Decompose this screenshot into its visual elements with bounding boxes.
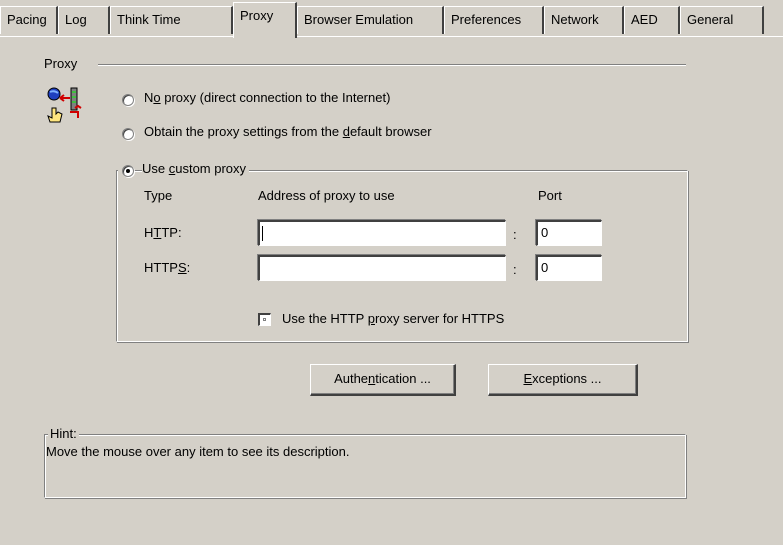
no-proxy-label[interactable]: No proxy (direct connection to the Inter… [144,90,390,105]
https-proxy-port-input[interactable]: 0 [536,255,602,281]
default-browser-proxy-radio[interactable] [122,128,134,140]
hint-title: Hint: [48,426,79,441]
exceptions-button[interactable]: Exceptions ... [488,364,638,396]
tab-label: Browser Emulation [304,12,414,27]
custom-proxy-label[interactable]: Use custom proxy [142,161,250,176]
default-browser-proxy-label[interactable]: Obtain the proxy settings from the defau… [144,124,432,139]
tab-think-time[interactable]: Think Time [110,6,233,34]
tab-browser-emulation[interactable]: Browser Emulation [297,6,444,34]
tab-label: Think Time [117,12,181,27]
proxy-group-divider [98,64,686,66]
tab-label: Log [65,12,87,27]
http-proxy-address-input[interactable] [258,220,506,246]
tab-log[interactable]: Log [58,6,110,34]
tab-label: Preferences [451,12,522,27]
use-http-proxy-for-https-label[interactable]: Use the HTTP proxy server for HTTPS [282,311,504,326]
http-port-separator: : [513,227,517,242]
hint-description: Move the mouse over any item to see its … [46,444,350,459]
tab-label: Proxy [240,8,274,23]
port-column-header: Port [538,188,562,203]
address-column-header: Address of proxy to use [258,188,395,203]
http-proxy-port-input[interactable]: 0 [536,220,602,246]
radio-selected-dot [126,169,130,173]
tab-general[interactable]: General [680,6,764,34]
no-proxy-radio[interactable] [122,94,134,106]
tab-aed[interactable]: AED [624,6,680,34]
https-proxy-address-input[interactable] [258,255,506,281]
tab-panel-top-edge [0,36,783,37]
tab-label: General [687,12,734,27]
custom-proxy-radio[interactable] [122,165,134,177]
https-port-separator: : [513,262,517,277]
tab-label: AED [631,12,658,27]
type-column-header: Type [144,188,173,203]
tab-proxy[interactable]: Proxy [233,2,297,38]
proxy-group-title: Proxy [42,56,80,71]
tab-label: Pacing [7,12,47,27]
tab-strip: Pacing Log Think Time Proxy Browser Emul… [0,0,783,40]
https-row-label: HTTPS: [144,260,191,275]
http-row-label: HTTP: [144,225,182,240]
authentication-button[interactable]: Authentication ... [310,364,456,396]
tab-network[interactable]: Network [544,6,624,34]
tab-pacing[interactable]: Pacing [0,6,58,34]
tab-label: Network [551,12,599,27]
proxy-settings-icon [44,86,84,126]
text-caret [262,226,263,241]
use-http-proxy-for-https-checkbox[interactable] [258,313,271,326]
tab-preferences[interactable]: Preferences [444,6,544,34]
